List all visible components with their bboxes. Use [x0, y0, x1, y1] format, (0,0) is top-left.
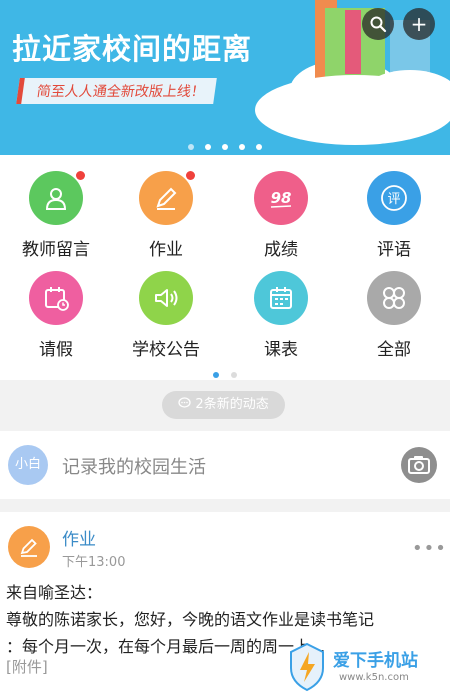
- grid-item-label: 学校公告: [132, 340, 200, 360]
- add-button[interactable]: +: [403, 8, 435, 40]
- watermark: 爱下手机站 www.k5n.com: [283, 640, 450, 696]
- app-screen: 拉近家校间的距离 简至人人通全新改版上线！ + 教师留言 作业 98 成绩 评 …: [0, 0, 450, 696]
- grid-item-timetable[interactable]: 课表: [225, 255, 337, 360]
- svg-text:98: 98: [271, 189, 292, 207]
- grid-item-leave[interactable]: 请假: [0, 255, 112, 360]
- feed-body-line: ：每个月一次，在每个月最后一周的周一上...: [6, 637, 326, 656]
- pager-dot[interactable]: [230, 372, 237, 378]
- homework-pencil-icon: [20, 538, 37, 557]
- camera-icon: [401, 447, 437, 483]
- attachment-link[interactable]: [附件]: [6, 656, 48, 677]
- banner-subtitle: 简至人人通全新改版上线！: [16, 78, 217, 104]
- grid-item-announcements[interactable]: 学校公告: [110, 255, 222, 360]
- watermark-name: 爱下手机站: [333, 651, 418, 671]
- chat-bubble-icon: [178, 397, 195, 412]
- grid-item-homework[interactable]: 作业: [110, 155, 222, 260]
- grid-item-label: 全部: [377, 340, 411, 360]
- new-updates-button[interactable]: 2条新的动态: [162, 391, 285, 419]
- compose-input[interactable]: 记录我的校园生活: [62, 453, 206, 479]
- grid-item-comments[interactable]: 评 评语: [338, 155, 450, 260]
- feed-sender-line: 来自喻圣达：: [6, 583, 103, 602]
- grid-item-teacher-message[interactable]: 教师留言: [0, 155, 112, 260]
- plus-icon: +: [410, 12, 428, 36]
- search-icon: [370, 16, 387, 33]
- feed-body-line: 尊敬的陈诺家长，您好，今晚的语文作业是读书笔记: [6, 610, 375, 629]
- pager-dot[interactable]: [222, 144, 228, 150]
- cloud-decoration: [360, 70, 450, 125]
- all-grid-icon: [367, 271, 421, 325]
- comment-icon: 评: [367, 171, 421, 225]
- score-98-icon: 98: [254, 171, 308, 225]
- pager-dot[interactable]: [239, 144, 246, 150]
- compose-bar: 小白 记录我的校园生活: [0, 431, 450, 499]
- banner-pager: [0, 135, 450, 154]
- grid-item-label: 请假: [39, 340, 73, 360]
- timetable-icon: [254, 271, 308, 325]
- pager-dot-active[interactable]: [204, 144, 211, 150]
- banner-title: 拉近家校间的距离: [12, 32, 253, 66]
- grid-item-label: 课表: [264, 340, 298, 360]
- pager-dot-active[interactable]: [213, 372, 220, 378]
- pager-dot[interactable]: [187, 144, 194, 150]
- more-options-button[interactable]: •••: [412, 538, 447, 559]
- grid-item-all[interactable]: 全部: [338, 255, 450, 360]
- grid-item-scores[interactable]: 98 成绩: [225, 155, 337, 260]
- grid-pager: [0, 363, 450, 382]
- leave-calendar-icon: [29, 271, 83, 325]
- homework-pencil-icon: [139, 171, 195, 225]
- castle-illustration: [345, 10, 361, 74]
- notification-dot: [76, 171, 85, 180]
- promo-banner[interactable]: 拉近家校间的距离 简至人人通全新改版上线！ +: [0, 0, 450, 155]
- notification-dot: [186, 171, 195, 180]
- new-updates-label: 2条新的动态: [195, 397, 269, 412]
- lightning-shield-icon: [290, 642, 324, 692]
- feed-timestamp: 下午13:00: [62, 555, 126, 570]
- camera-button[interactable]: [400, 446, 438, 488]
- svg-text:评: 评: [387, 192, 400, 207]
- function-grid: 教师留言 作业 98 成绩 评 评语 请假 学校公告 课表 全部: [0, 155, 450, 380]
- watermark-url: www.k5n.com: [339, 672, 409, 683]
- search-button[interactable]: [362, 8, 394, 40]
- feed-title[interactable]: 作业: [62, 525, 96, 550]
- pager-dot[interactable]: [256, 144, 263, 150]
- speaker-icon: [139, 271, 193, 325]
- homework-avatar: [8, 526, 50, 568]
- avatar[interactable]: 小白: [8, 445, 48, 485]
- teacher-message-icon: [29, 171, 85, 225]
